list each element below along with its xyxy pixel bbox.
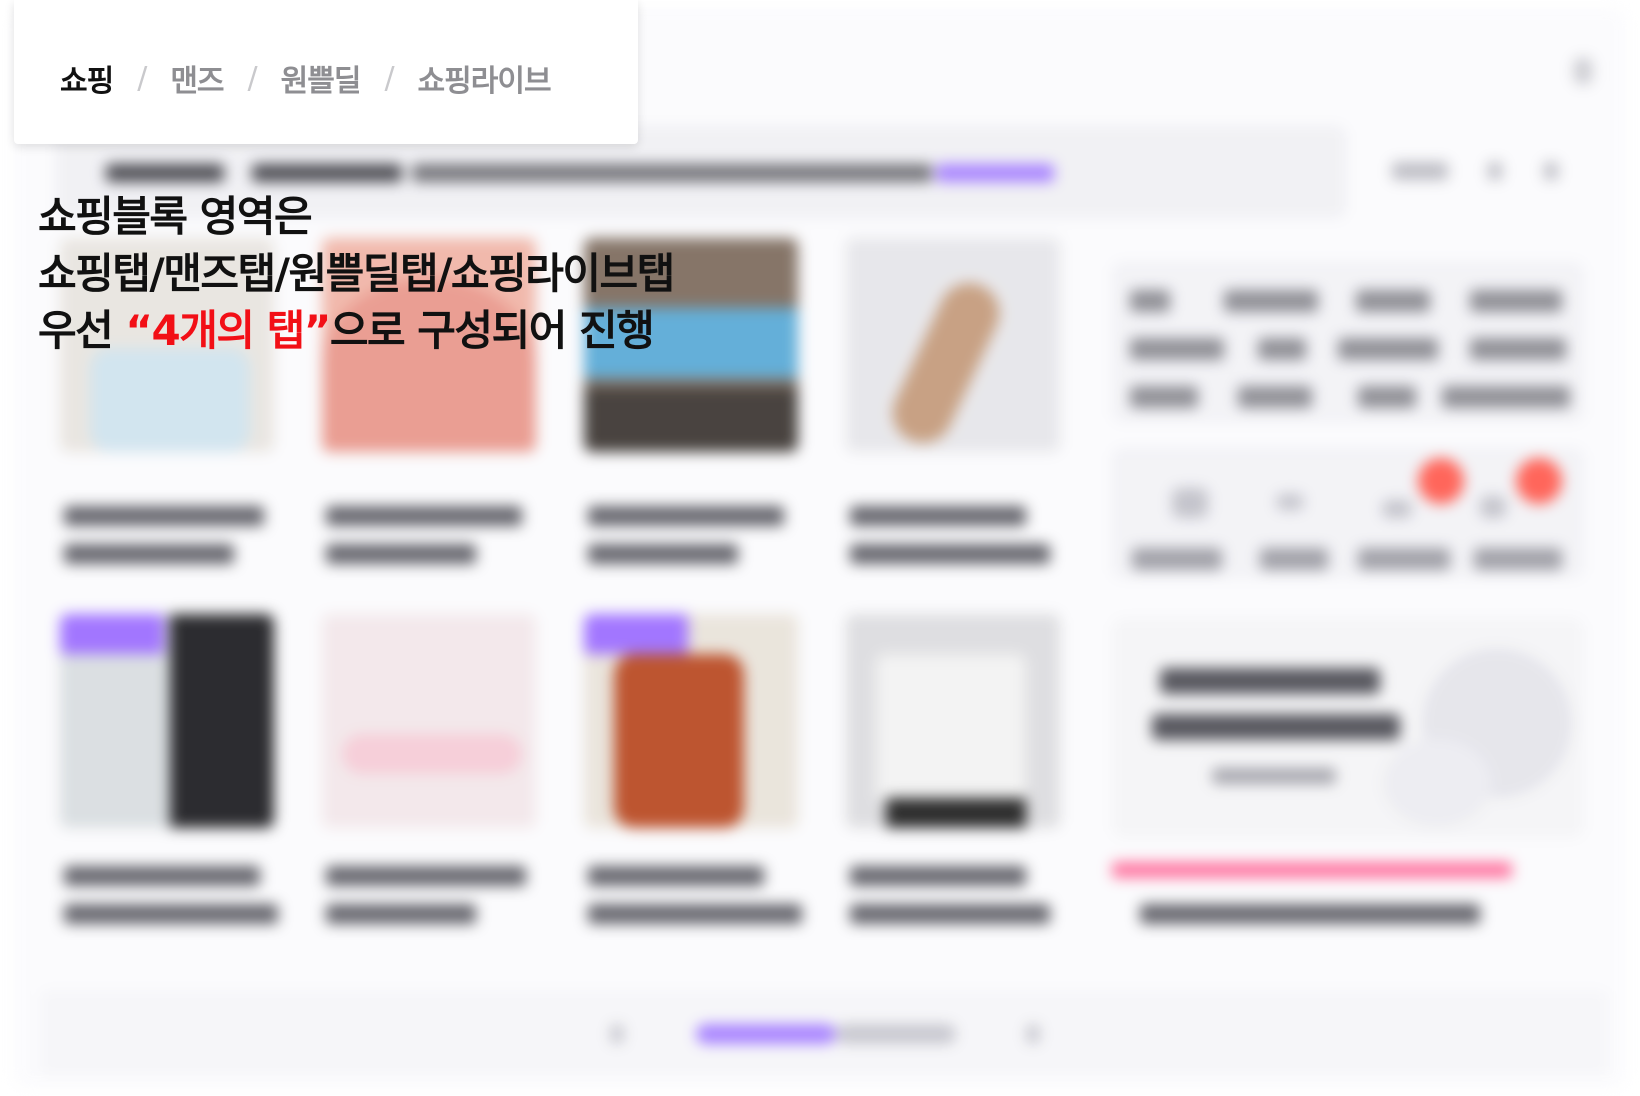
product-thumbnail bbox=[322, 614, 536, 828]
promo-banner bbox=[1112, 618, 1584, 838]
tab-one-plus-deal[interactable]: 원쁠딜 bbox=[281, 56, 362, 100]
tab-mens[interactable]: 맨즈 bbox=[170, 56, 224, 100]
annotation-line-3-suffix: 으로 구성되어 진행 bbox=[329, 306, 655, 355]
annotation-text: 쇼핑블록 영역은 쇼핑탭/맨즈탭/원쁠딜탭/쇼핑라이브탭 우선 “4개의 탭”으… bbox=[38, 188, 838, 359]
product-thumbnail bbox=[584, 614, 798, 828]
tab-separator: / bbox=[137, 60, 147, 96]
annotation-highlight: “4개의 탭” bbox=[125, 306, 331, 355]
tab-shopping-live[interactable]: 쇼핑라이브 bbox=[418, 56, 552, 100]
promo-caption bbox=[1112, 862, 1512, 878]
blurred-shopping-block bbox=[0, 0, 1640, 1096]
more-icon bbox=[1574, 58, 1592, 84]
product-thumbnail bbox=[60, 614, 274, 828]
category-box bbox=[1112, 448, 1584, 578]
annotation-line-1: 쇼핑블록 영역은 bbox=[38, 192, 313, 241]
product-thumbnail bbox=[846, 238, 1060, 452]
shopping-tab-bar: 쇼핑 / 맨즈 / 원쁠딜 / 쇼핑라이브 bbox=[14, 0, 638, 144]
pagination-bar bbox=[40, 990, 1608, 1076]
tab-list: 쇼핑 / 맨즈 / 원쁠딜 / 쇼핑라이브 bbox=[60, 56, 552, 100]
annotation-line-2: 쇼핑탭/맨즈탭/원쁠딜탭/쇼핑라이브탭 bbox=[38, 249, 675, 298]
product-thumbnail bbox=[846, 614, 1060, 828]
tab-shopping[interactable]: 쇼핑 bbox=[60, 56, 114, 100]
keyword-box bbox=[1112, 262, 1584, 422]
annotation-line-3: 우선 “4개의 탭”으로 구성되어 진행 bbox=[38, 302, 838, 359]
screenshot-canvas: 쇼핑 / 맨즈 / 원쁠딜 / 쇼핑라이브 쇼핑블록 영역은 쇼핑탭/맨즈탭/원… bbox=[0, 0, 1640, 1096]
tab-separator: / bbox=[247, 60, 258, 96]
tab-separator: / bbox=[384, 60, 394, 96]
annotation-line-3-prefix: 우선 bbox=[38, 306, 126, 355]
